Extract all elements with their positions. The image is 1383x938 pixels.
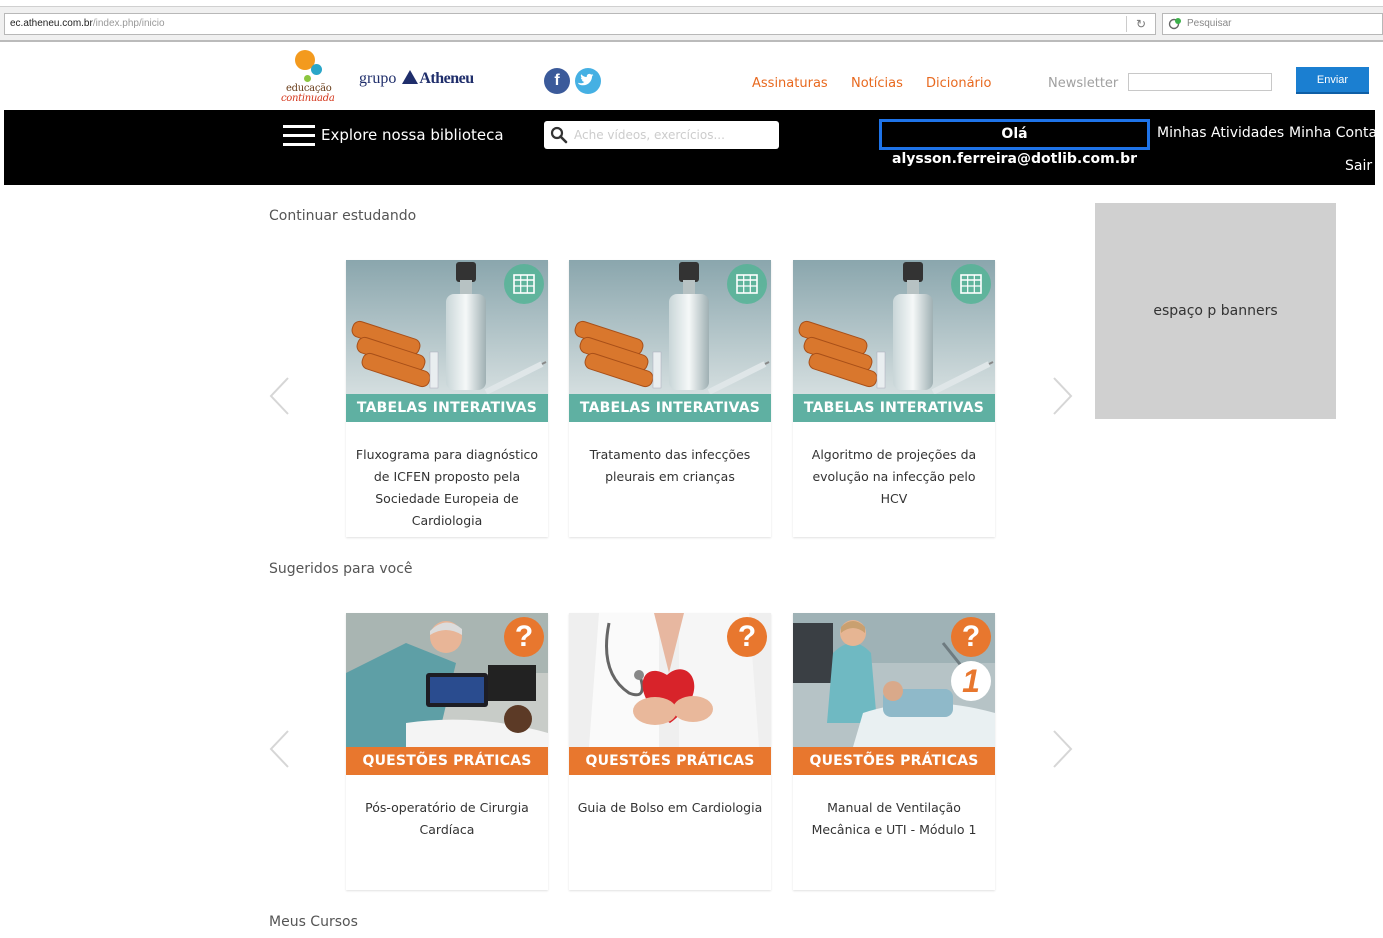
question-icon: ?: [951, 617, 991, 657]
nav-assinaturas[interactable]: Assinaturas: [752, 76, 828, 91]
url-path: /index.php/inicio: [92, 18, 165, 29]
url-host: ec.atheneu.com.br: [10, 18, 93, 29]
explore-library-link[interactable]: Explore nossa biblioteca: [321, 126, 504, 144]
banner-placeholder[interactable]: espaço p banners: [1095, 203, 1336, 419]
logo-dot-green: [304, 75, 311, 82]
category-ribbon: QUESTÕES PRÁTICAS: [346, 747, 548, 775]
send-newsletter-button[interactable]: Enviar: [1296, 67, 1369, 94]
category-ribbon: QUESTÕES PRÁTICAS: [569, 747, 771, 775]
logout-link[interactable]: Sair: [1345, 158, 1372, 174]
carousel-next-arrow-icon[interactable]: [1050, 729, 1074, 769]
browser-toolbar: ec.atheneu.com.br/index.php/inicio ↻ Pes…: [0, 6, 1383, 42]
twitter-icon[interactable]: [575, 68, 601, 94]
address-separator: [1126, 16, 1127, 32]
interactive-table-icon: [951, 264, 991, 304]
suggested-title: Sugeridos para você: [269, 561, 413, 577]
educacao-continuada-logo[interactable]: educação continuada: [278, 50, 338, 106]
carousel-prev-arrow-icon[interactable]: [268, 729, 292, 769]
my-account-link[interactable]: Minha Conta: [1289, 125, 1377, 141]
question-icon: ?: [504, 617, 544, 657]
question-icon: ?: [727, 617, 767, 657]
carousel-prev-arrow-icon[interactable]: [268, 376, 292, 416]
reload-icon[interactable]: ↻: [1133, 16, 1149, 32]
logo-dot-blue: [311, 64, 322, 75]
atheneu-label: Atheneu: [419, 70, 474, 87]
my-courses-title: Meus Cursos: [269, 914, 358, 930]
card-title: Algoritmo de projeções da evolução na in…: [811, 447, 977, 506]
grupo-label: grupo: [359, 70, 397, 87]
suggested-card-1[interactable]: ? QUESTÕES PRÁTICAS Pós-operatório de Ci…: [346, 613, 548, 890]
card-title: Guia de Bolso em Cardiologia: [577, 800, 763, 815]
facebook-glyph: f: [554, 72, 560, 89]
twitter-bird-icon: [578, 73, 594, 86]
logo-line2: continuada: [281, 93, 335, 104]
search-icon[interactable]: [550, 126, 568, 144]
suggested-card-2[interactable]: ? QUESTÕES PRÁTICAS Guia de Bolso em Car…: [569, 613, 771, 890]
module-number-badge: 1: [951, 661, 991, 701]
category-ribbon: TABELAS INTERATIVAS: [569, 394, 771, 422]
search-engine-icon: [1168, 18, 1181, 30]
nav-noticias[interactable]: Notícias: [851, 76, 903, 91]
card-title: Pós-operatório de Cirurgia Cardíaca: [365, 800, 529, 837]
interactive-table-icon: [727, 264, 767, 304]
card-title: Manual de Ventilação Mecânica e UTI - Mó…: [811, 800, 977, 837]
continue-studying-title: Continuar estudando: [269, 208, 417, 224]
user-greeting[interactable]: Olá alysson.ferreira@dotlib.com.br: [879, 119, 1150, 167]
browser-search-box[interactable]: Pesquisar: [1162, 13, 1383, 35]
address-bar[interactable]: ec.atheneu.com.br/index.php/inicio ↻: [4, 13, 1156, 35]
newsletter-label: Newsletter: [1048, 76, 1119, 91]
my-activities-link[interactable]: Minhas Atividades: [1157, 125, 1284, 141]
interactive-table-icon: [504, 264, 544, 304]
card-title: Tratamento das infecções pleurais em cri…: [589, 447, 751, 484]
site-search-input[interactable]: [574, 125, 770, 145]
card-title: Fluxograma para diagnóstico de ICFEN pro…: [355, 447, 539, 528]
site-search-box: [544, 121, 779, 149]
atheneu-triangle-icon: [402, 70, 419, 84]
category-ribbon: TABELAS INTERATIVAS: [793, 394, 995, 422]
nav-dicionario[interactable]: Dicionário: [926, 76, 991, 91]
browser-search-placeholder: Pesquisar: [1187, 18, 1232, 29]
continue-card-1[interactable]: TABELAS INTERATIVAS Fluxograma para diag…: [346, 260, 548, 537]
continue-card-2[interactable]: TABELAS INTERATIVAS Tratamento das infec…: [569, 260, 771, 537]
category-ribbon: TABELAS INTERATIVAS: [346, 394, 548, 422]
menu-icon[interactable]: [283, 125, 315, 146]
newsletter-email-field[interactable]: [1128, 73, 1272, 91]
continue-card-3[interactable]: TABELAS INTERATIVAS Algoritmo de projeçõ…: [793, 260, 995, 537]
grupo-atheneu-logo[interactable]: grupo Atheneu: [359, 70, 474, 88]
category-ribbon: QUESTÕES PRÁTICAS: [793, 747, 995, 775]
page: ec.atheneu.com.br/index.php/inicio ↻ Pes…: [0, 0, 1383, 938]
carousel-next-arrow-icon[interactable]: [1050, 376, 1074, 416]
suggested-card-3[interactable]: ? 1 QUESTÕES PRÁTICAS Manual de Ventilaç…: [793, 613, 995, 890]
facebook-icon[interactable]: f: [544, 68, 570, 94]
